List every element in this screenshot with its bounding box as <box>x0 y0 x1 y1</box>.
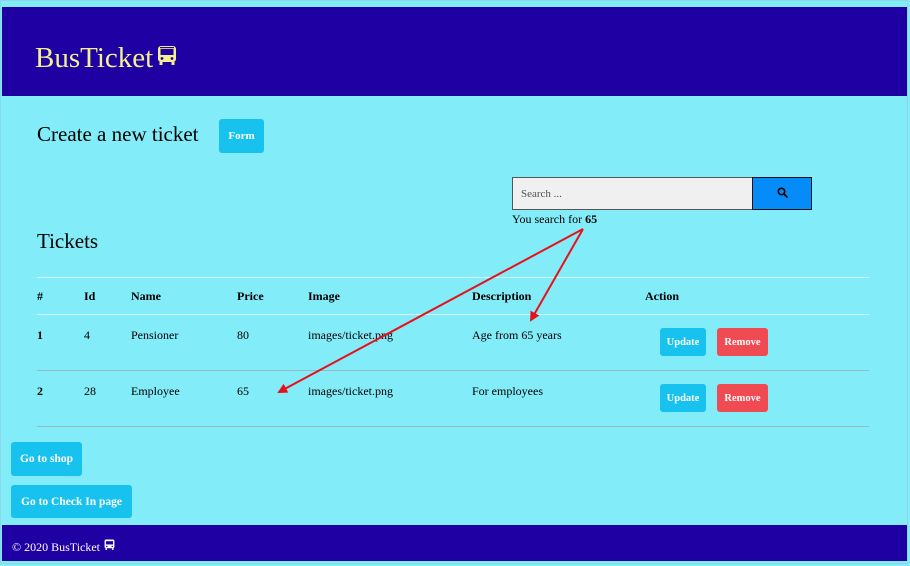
search-result-term: 65 <box>585 212 598 226</box>
search-result-note: You search for 65 <box>512 212 597 227</box>
row-index: 2 <box>37 384 43 398</box>
search-result-prefix: You search for <box>512 212 583 226</box>
table-row: 1 4 Pensioner 80 images/ticket.png Age f… <box>37 315 869 371</box>
update-button[interactable]: Update <box>660 384 706 412</box>
column-header: Id <box>84 288 96 303</box>
row-image: images/ticket.png <box>308 328 393 342</box>
row-actions: Update Remove <box>645 371 869 427</box>
row-description: Age from 65 years <box>472 328 562 342</box>
tickets-title: Tickets <box>37 229 99 253</box>
row-name: Employee <box>131 384 180 398</box>
search-input[interactable] <box>512 177 752 210</box>
remove-button[interactable]: Remove <box>717 384 768 412</box>
table-row: 2 28 Employee 65 images/ticket.png For e… <box>37 371 869 427</box>
table-header-row: # Id Name Price Image Description Action <box>37 277 869 315</box>
column-header: Name <box>131 288 161 303</box>
search-box <box>512 177 812 210</box>
search-icon <box>776 185 788 203</box>
column-header: Action <box>645 288 679 303</box>
tickets-table-wrap: # Id Name Price Image Description Action… <box>37 277 869 427</box>
row-actions: Update Remove <box>645 315 869 371</box>
bus-icon <box>157 44 177 73</box>
row-index: 1 <box>37 328 43 342</box>
footer-copyright: © 2020 BusTicket <box>12 539 101 554</box>
bus-icon <box>104 539 115 555</box>
go-to-shop-button[interactable]: Go to shop <box>11 442 82 476</box>
form-button[interactable]: Form <box>219 119 264 153</box>
row-id: 4 <box>84 328 90 342</box>
row-id: 28 <box>84 384 96 398</box>
column-header: Description <box>472 288 532 303</box>
navbar: BusTicket <box>2 7 907 96</box>
remove-button[interactable]: Remove <box>717 328 768 356</box>
column-header: Price <box>237 288 264 303</box>
row-image: images/ticket.png <box>308 384 393 398</box>
update-button[interactable]: Update <box>660 328 706 356</box>
tickets-table: # Id Name Price Image Description Action… <box>37 277 869 427</box>
row-description: For employees <box>472 384 543 398</box>
column-header: Image <box>308 288 340 303</box>
column-header: # <box>37 288 43 303</box>
search-button[interactable] <box>752 177 812 210</box>
row-name: Pensioner <box>131 328 179 342</box>
brand-name[interactable]: BusTicket <box>35 44 153 73</box>
create-ticket-title: Create a new ticket <box>37 122 199 146</box>
footer: © 2020 BusTicket <box>2 525 907 561</box>
brand[interactable]: BusTicket <box>35 44 177 73</box>
row-price: 80 <box>237 328 249 342</box>
go-to-checkin-button[interactable]: Go to Check In page <box>11 485 132 518</box>
row-price: 65 <box>237 384 249 398</box>
